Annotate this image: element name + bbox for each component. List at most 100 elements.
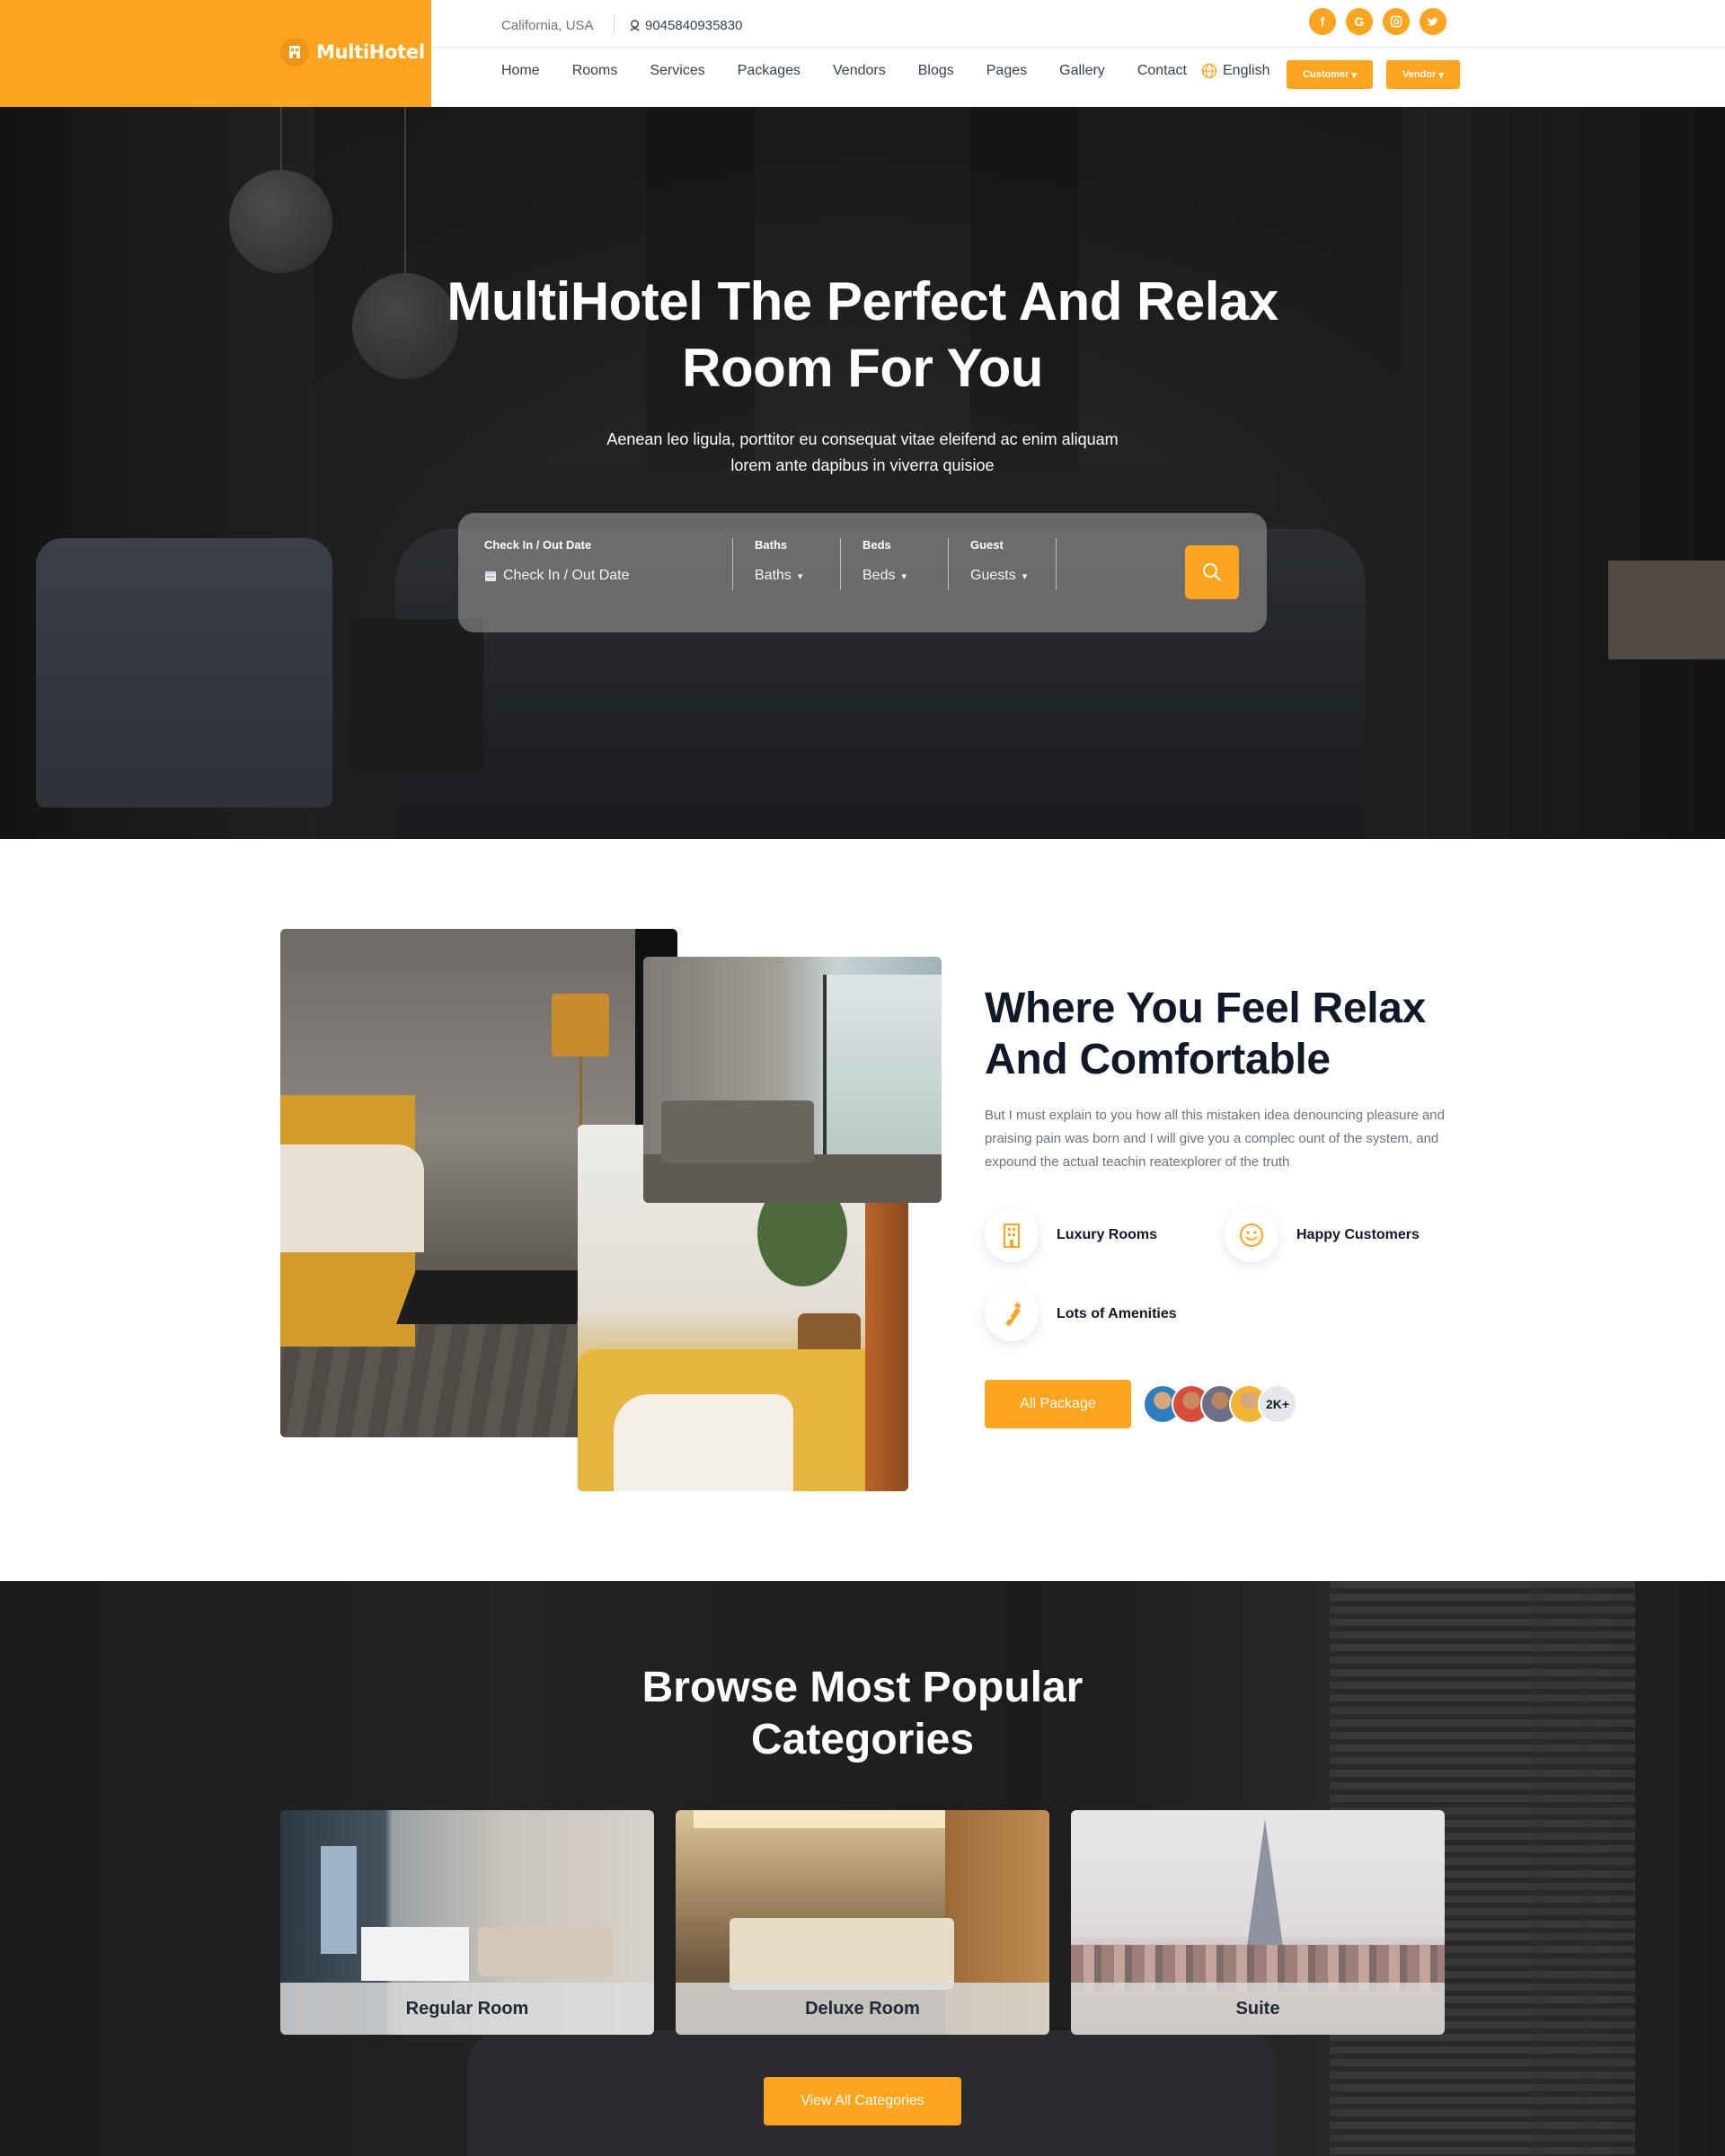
phone-icon: [630, 20, 640, 31]
baths-value: Baths ▾: [755, 568, 845, 584]
twitter-icon[interactable]: [1420, 8, 1446, 35]
search-divider: [840, 538, 841, 590]
photo-window: [823, 975, 942, 1154]
photo-sofa: [478, 1927, 613, 1976]
phone-number: 9045840935830: [645, 18, 743, 33]
categories-section: Browse Most Popular Categories Regular R…: [0, 1581, 1725, 2156]
logo[interactable]: MultiHotel: [280, 38, 425, 66]
beds-label: Beds: [862, 538, 891, 552]
hero-title: MultiHotel The Perfect And Relax Room Fo…: [447, 271, 1278, 398]
category-card-suite[interactable]: Suite: [1071, 1810, 1445, 2035]
logo-text: MultiHotel: [316, 41, 425, 63]
beds-select[interactable]: Beds Beds ▾: [862, 538, 952, 592]
feature-label: Lots of Amenities: [1057, 1306, 1177, 1321]
caret-down-icon: ▾: [1351, 69, 1357, 81]
baths-selected: Baths: [755, 568, 792, 583]
photo-bed: [730, 1918, 954, 1990]
category-card-deluxe-room[interactable]: Deluxe Room: [676, 1810, 1049, 2035]
category-label: Regular Room: [280, 1983, 654, 2035]
photo-bed: [661, 1100, 814, 1163]
customer-avatars: 2K+: [1143, 1384, 1297, 1424]
facebook-icon[interactable]: f: [1309, 8, 1336, 35]
globe-icon: [1201, 63, 1217, 79]
instagram-icon[interactable]: [1383, 8, 1410, 35]
beds-selected: Beds: [862, 568, 896, 583]
nav-pages[interactable]: Pages: [986, 63, 1027, 79]
search-divider: [1056, 538, 1057, 590]
feature-happy-customers: Happy Customers: [1225, 1208, 1420, 1262]
date-placeholder: Check In / Out Date: [503, 568, 630, 583]
date-field-label: Check In / Out Date: [484, 538, 592, 552]
caret-down-icon: ▾: [797, 570, 803, 582]
calendar-icon: [485, 571, 496, 581]
customer-count-badge: 2K+: [1258, 1384, 1297, 1424]
nav-contact[interactable]: Contact: [1137, 63, 1187, 79]
customer-button[interactable]: Customer ▾: [1287, 60, 1373, 89]
photo-rug: [396, 1270, 596, 1324]
topbar: California, USA 9045840935830 f G: [431, 0, 1725, 48]
search-button[interactable]: [1185, 545, 1239, 599]
category-card-regular-room[interactable]: Regular Room: [280, 1810, 654, 2035]
categories-title: Browse Most Popular Categories: [641, 1664, 1084, 1763]
category-label: Suite: [1071, 1983, 1445, 2035]
language-label: English: [1223, 63, 1270, 78]
about-text: But I must explain to you how all this m…: [985, 1108, 1445, 1170]
photo-window: [321, 1846, 357, 1954]
guests-value: Guests ▾: [970, 568, 1060, 584]
photo-sheet: [280, 1144, 424, 1252]
baths-label: Baths: [755, 538, 788, 552]
photo-light: [694, 1810, 963, 1828]
caret-down-icon: ▾: [1022, 570, 1028, 582]
baths-select[interactable]: Baths Baths ▾: [755, 538, 845, 592]
nav-gallery[interactable]: Gallery: [1059, 63, 1105, 79]
nav-packages[interactable]: Packages: [738, 63, 801, 79]
photo-lampshade: [552, 994, 609, 1056]
category-label: Deluxe Room: [676, 1983, 1049, 2035]
site-header: MultiHotel California, USA 9045840935830…: [0, 0, 1725, 107]
booking-search-bar: Check In / Out Date Check In / Out Date …: [458, 513, 1267, 632]
hero-section: MultiHotel The Perfect And Relax Room Fo…: [0, 107, 1725, 839]
feature-label: Happy Customers: [1296, 1227, 1420, 1242]
main-nav: Home Rooms Services Packages Vendors Blo…: [501, 63, 1219, 79]
caret-down-icon: ▾: [1438, 69, 1444, 81]
caret-down-icon: ▾: [901, 570, 907, 582]
customer-button-label: Customer: [1303, 69, 1349, 80]
all-package-button[interactable]: All Package: [985, 1380, 1131, 1428]
guests-select[interactable]: Guest Guests ▾: [970, 538, 1060, 592]
feature-label: Luxury Rooms: [1057, 1227, 1158, 1242]
vendor-button[interactable]: Vendor ▾: [1386, 60, 1460, 89]
nav-blogs[interactable]: Blogs: [918, 63, 954, 79]
logo-block: MultiHotel: [0, 0, 431, 107]
view-all-categories-button[interactable]: View All Categories: [764, 2077, 961, 2125]
search-divider: [948, 538, 949, 590]
topbar-phone[interactable]: 9045840935830: [628, 18, 742, 33]
nav-home[interactable]: Home: [501, 63, 540, 79]
nav-vendors[interactable]: Vendors: [833, 63, 886, 79]
photo-bed: [361, 1927, 469, 1981]
nav-rooms[interactable]: Rooms: [572, 63, 618, 79]
about-image-bedroom-window: [643, 957, 942, 1203]
about-title: Where You Feel Relax And Comfortable: [985, 985, 1427, 1083]
champagne-icon: [985, 1287, 1039, 1341]
feature-lots-of-amenities: Lots of Amenities: [985, 1287, 1177, 1341]
nav-services[interactable]: Services: [650, 63, 704, 79]
building-icon: [985, 1208, 1039, 1262]
hotel-logo-icon: [280, 38, 309, 66]
search-icon: [1203, 563, 1221, 581]
search-divider: [732, 538, 733, 590]
smile-icon: [1225, 1208, 1278, 1262]
photo-throw: [614, 1394, 793, 1491]
topbar-divider: [614, 14, 615, 34]
guests-selected: Guests: [970, 568, 1016, 583]
hero-subtitle: Aenean leo ligula, porttitor eu consequa…: [606, 430, 1119, 474]
feature-luxury-rooms: Luxury Rooms: [985, 1208, 1157, 1262]
google-icon[interactable]: G: [1346, 8, 1373, 35]
guests-label: Guest: [970, 538, 1004, 552]
social-links: f G: [1309, 8, 1446, 35]
vendor-button-label: Vendor: [1402, 69, 1437, 80]
language-selector[interactable]: English: [1201, 63, 1269, 79]
date-field[interactable]: Check In / Out Date Check In / Out Date: [484, 538, 727, 592]
topbar-location: California, USA: [501, 18, 594, 33]
date-field-value: Check In / Out Date: [484, 568, 727, 584]
beds-value: Beds ▾: [862, 568, 952, 584]
